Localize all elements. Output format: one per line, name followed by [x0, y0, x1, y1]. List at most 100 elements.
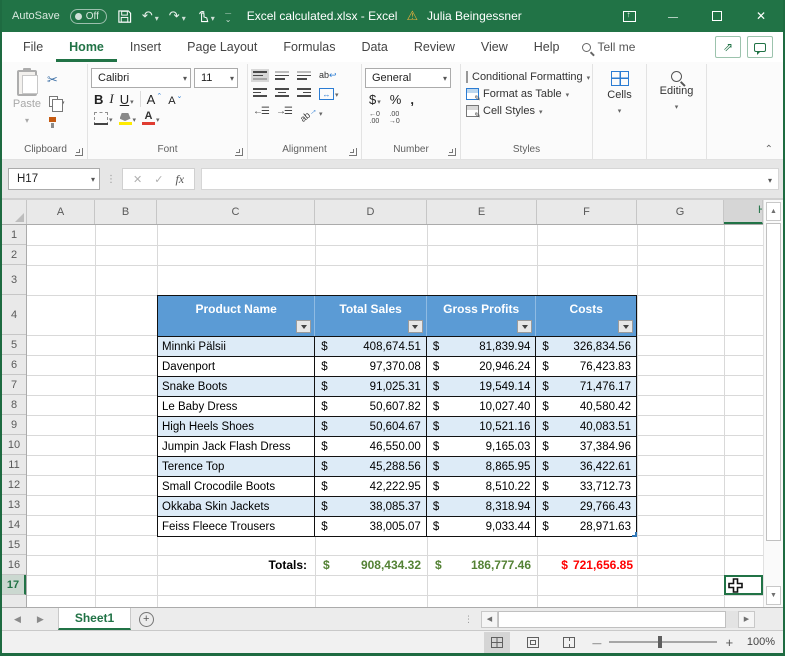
costs-cell[interactable]: $40,083.51 — [536, 416, 636, 436]
select-all-button[interactable] — [2, 200, 27, 224]
sales-cell[interactable]: $50,604.67 — [315, 416, 427, 436]
align-left-button[interactable] — [253, 88, 267, 97]
row-header-15[interactable]: 15 — [2, 535, 26, 555]
filter-button[interactable] — [296, 320, 312, 333]
table-resize-handle[interactable] — [632, 532, 637, 537]
costs-cell[interactable]: $36,422.61 — [536, 456, 636, 476]
font-name-select[interactable]: Calibri — [91, 68, 191, 88]
underline-button[interactable]: U — [120, 92, 134, 107]
maximize-button[interactable] — [695, 0, 739, 32]
tab-home[interactable]: Home — [56, 32, 117, 62]
header-total-sales[interactable]: Total Sales — [315, 296, 427, 336]
formula-input[interactable] — [201, 168, 779, 190]
profits-cell[interactable]: $81,839.94 — [426, 336, 537, 356]
scroll-up-button[interactable] — [766, 202, 781, 221]
tab-review[interactable]: Review — [401, 32, 468, 62]
collapse-ribbon-button[interactable] — [765, 144, 773, 155]
column-header-h-selected[interactable]: H — [724, 200, 763, 224]
tab-help[interactable]: Help — [521, 32, 573, 62]
undo-button[interactable] — [142, 8, 159, 24]
cell-grid[interactable]: Product Name Total Sales Gross Profits C… — [27, 225, 763, 607]
row-header-4[interactable]: 4 — [2, 295, 26, 335]
filter-button[interactable] — [407, 320, 423, 333]
totals-sales-cell[interactable]: $908,434.32 — [315, 555, 427, 575]
profits-cell[interactable]: $10,027.40 — [426, 396, 537, 416]
font-dialog-launcher[interactable] — [235, 148, 243, 156]
row-header-8[interactable]: 8 — [2, 395, 26, 415]
header-product-name[interactable]: Product Name — [158, 296, 316, 336]
row-header-2[interactable]: 2 — [2, 245, 26, 265]
row-header-9[interactable]: 9 — [2, 415, 26, 435]
sheet-tab-sheet1[interactable]: Sheet1 — [57, 608, 132, 630]
enter-button[interactable] — [154, 173, 163, 186]
increase-indent-button[interactable] — [276, 106, 291, 117]
borders-button[interactable] — [94, 110, 113, 125]
profits-cell[interactable]: $8,318.94 — [426, 496, 537, 516]
profits-cell[interactable]: $8,510.22 — [426, 476, 537, 496]
header-costs[interactable]: Costs — [536, 296, 636, 336]
redo-button[interactable] — [169, 8, 186, 24]
column-header-f[interactable]: F — [537, 200, 637, 224]
selected-cell-h17[interactable] — [724, 575, 763, 595]
comments-button[interactable] — [747, 36, 773, 58]
tab-formulas[interactable]: Formulas — [270, 32, 348, 62]
conditional-formatting-button[interactable]: Conditional Formatting — [466, 71, 589, 83]
product-name-cell[interactable]: Okkaba Skin Jackets — [158, 496, 316, 516]
align-center-button[interactable] — [275, 88, 289, 97]
horizontal-scroll-thumb[interactable] — [498, 610, 726, 628]
column-header-b[interactable]: B — [95, 200, 157, 224]
row-header-17-selected[interactable]: 17 — [2, 575, 26, 595]
costs-cell[interactable]: $326,834.56 — [536, 336, 636, 356]
merge-center-button[interactable] — [319, 85, 339, 100]
font-color-button[interactable]: A — [142, 110, 160, 125]
header-gross-profits[interactable]: Gross Profits — [427, 296, 537, 336]
column-header-c[interactable]: C — [157, 200, 315, 224]
totals-profits-cell[interactable]: $186,777.46 — [427, 555, 537, 575]
profits-cell[interactable]: $19,549.14 — [426, 376, 537, 396]
touch-mouse-mode-button[interactable] — [196, 9, 215, 24]
orientation-button[interactable]: ab — [298, 104, 323, 124]
scroll-right-button[interactable] — [738, 610, 755, 628]
copy-button[interactable] — [47, 93, 65, 112]
row-header-6[interactable]: 6 — [2, 355, 26, 375]
wrap-text-button[interactable]: ab — [319, 70, 337, 81]
editing-button[interactable]: Editing — [650, 66, 703, 159]
normal-view-button[interactable] — [484, 631, 511, 653]
costs-cell[interactable]: $28,971.63 — [536, 516, 636, 536]
tab-data[interactable]: Data — [348, 32, 400, 62]
row-header-5[interactable]: 5 — [2, 335, 26, 355]
accounting-format-button[interactable]: $ — [369, 92, 381, 107]
tab-page-layout[interactable]: Page Layout — [174, 32, 270, 62]
profits-cell[interactable]: $20,946.24 — [426, 356, 537, 376]
decrease-indent-button[interactable] — [253, 106, 268, 117]
decrease-decimal-button[interactable]: .00 →0 — [389, 111, 400, 125]
row-header-13[interactable]: 13 — [2, 495, 26, 515]
product-name-cell[interactable]: Minnki Pälsii — [158, 336, 316, 356]
number-format-select[interactable]: General — [365, 68, 451, 88]
product-name-cell[interactable]: Davenport — [158, 356, 316, 376]
row-header-12[interactable]: 12 — [2, 475, 26, 495]
row-header-11[interactable]: 11 — [2, 455, 26, 475]
profits-cell[interactable]: $8,865.95 — [426, 456, 537, 476]
bottom-align-button[interactable] — [297, 71, 311, 80]
row-header-1[interactable]: 1 — [2, 225, 26, 245]
page-layout-view-button[interactable] — [520, 632, 546, 653]
previous-sheet-button[interactable] — [14, 614, 21, 625]
tell-me-search[interactable]: Tell me — [582, 40, 635, 54]
product-name-cell[interactable]: Feiss Fleece Trousers — [158, 516, 316, 536]
formula-bar-splitter[interactable] — [106, 174, 116, 185]
costs-cell[interactable]: $33,712.73 — [536, 476, 636, 496]
shrink-font-button[interactable]: A ⌄ — [168, 92, 182, 107]
sales-cell[interactable]: $38,085.37 — [315, 496, 427, 516]
product-name-cell[interactable]: Jumpin Jack Flash Dress — [158, 436, 316, 456]
new-sheet-button[interactable] — [131, 608, 161, 630]
sales-cell[interactable]: $45,288.56 — [315, 456, 427, 476]
sales-cell[interactable]: $91,025.31 — [315, 376, 427, 396]
column-header-a[interactable]: A — [27, 200, 95, 224]
top-align-button[interactable] — [251, 69, 269, 82]
zoom-slider[interactable] — [609, 636, 718, 648]
product-name-cell[interactable]: Snake Boots — [158, 376, 316, 396]
italic-button[interactable]: I — [109, 91, 113, 107]
middle-align-button[interactable] — [275, 71, 289, 80]
ribbon-display-options-button[interactable] — [607, 0, 651, 32]
